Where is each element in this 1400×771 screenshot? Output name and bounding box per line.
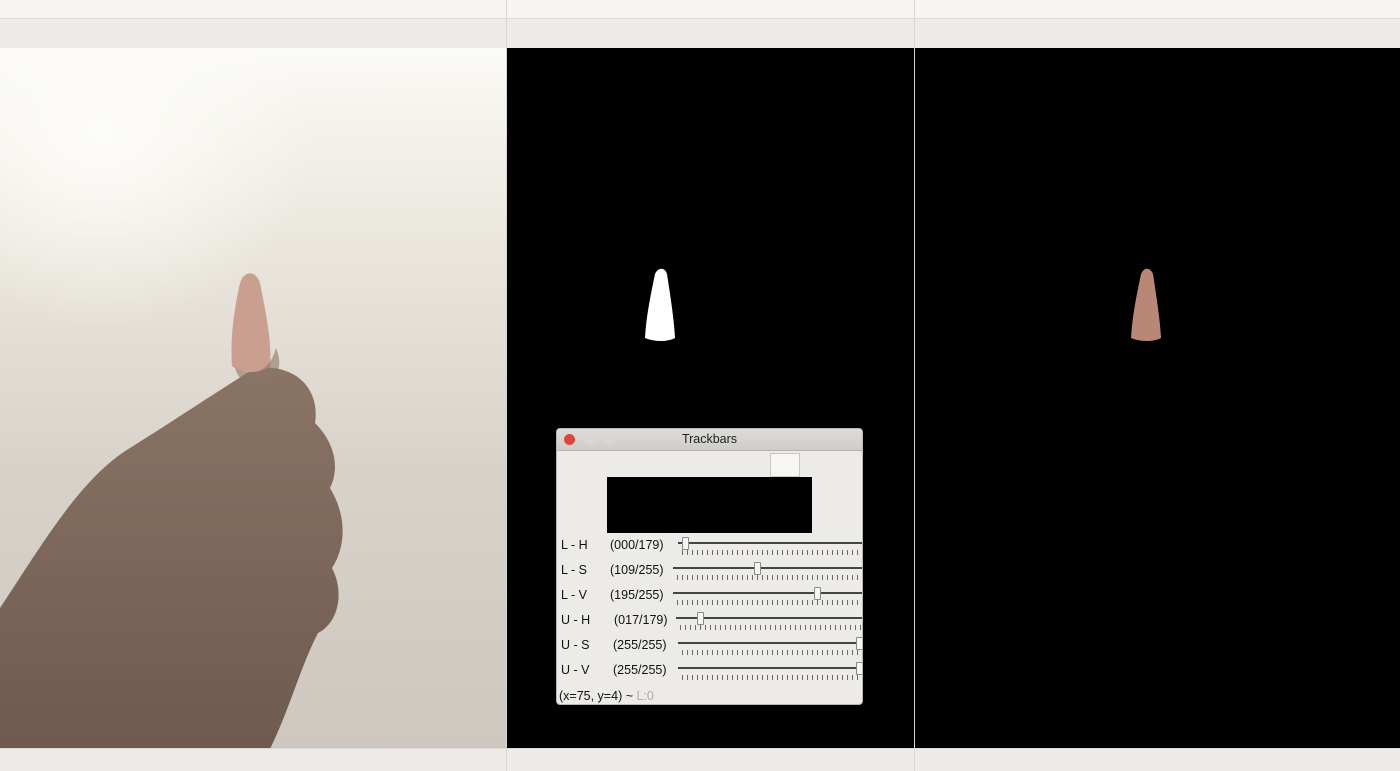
trackbar-slider[interactable]: [676, 612, 862, 632]
slider-thumb[interactable]: [696, 612, 704, 625]
window-result: [915, 0, 1400, 771]
slider-ticks: [682, 675, 862, 680]
slider-track: [678, 642, 862, 644]
status-bar: (x=75, y=4) ~ L:0: [559, 689, 654, 703]
trackbar-value: (109/255): [610, 563, 664, 577]
trackbar-row-l-h: L - H (000/179): [557, 535, 862, 560]
window-bottom-strip: [507, 748, 914, 771]
slider-ticks: [682, 550, 862, 555]
window-toolbar: [507, 18, 914, 49]
pixel-value: L:0: [636, 689, 654, 703]
trackbar-row-u-v: U - V (255/255): [557, 660, 862, 685]
window-original-frame: [0, 0, 507, 771]
trackbar-value: (255/255): [613, 663, 667, 677]
slider-thumb[interactable]: [856, 662, 862, 675]
preview-image: [607, 477, 812, 533]
trackbar-slider[interactable]: [678, 537, 862, 557]
slider-thumb[interactable]: [856, 637, 862, 650]
window-top-strip: [507, 0, 914, 18]
slider-track: [673, 592, 862, 594]
slider-track: [678, 542, 862, 544]
slider-ticks: [677, 600, 862, 605]
zoom-button[interactable]: [604, 434, 615, 445]
window-top-strip: [915, 0, 1400, 18]
window-bottom-strip: [915, 748, 1400, 771]
result-view: [915, 48, 1400, 749]
trackbar-value: (195/255): [610, 588, 664, 602]
color-preview-square: [770, 453, 800, 477]
trackbar-label: U - H: [561, 613, 591, 627]
trackbar-slider[interactable]: [678, 637, 862, 657]
trackbar-label: L - V: [561, 588, 587, 602]
slider-track: [673, 567, 862, 569]
trackbars-window[interactable]: Trackbars L - H (000/179) L - S (109/255…: [556, 428, 863, 705]
slider-track: [678, 667, 862, 669]
trackbar-label: U - V: [561, 663, 590, 677]
trackbar-label: L - S: [561, 563, 587, 577]
trackbar-row-u-h: U - H (017/179): [557, 610, 862, 635]
result-blob: [1131, 268, 1161, 341]
trackbar-label: L - H: [561, 538, 588, 552]
trackbar-row-l-s: L - S (109/255): [557, 560, 862, 585]
trackbars-title: Trackbars: [681, 432, 738, 446]
close-button[interactable]: [564, 434, 575, 445]
window-toolbar: [915, 18, 1400, 49]
trackbar-slider[interactable]: [673, 562, 862, 582]
slider-ticks: [677, 575, 862, 580]
slider-thumb[interactable]: [753, 562, 761, 575]
minimize-button[interactable]: [584, 434, 595, 445]
trackbar-row-l-v: L - V (195/255): [557, 585, 862, 610]
trackbar-value: (255/255): [613, 638, 667, 652]
slider-ticks: [682, 650, 862, 655]
trackbar-value: (017/179): [614, 613, 668, 627]
trackbar-label: U - S: [561, 638, 590, 652]
cursor-coordinates: (x=75, y=4) ~: [559, 689, 633, 703]
window-top-strip: [0, 0, 506, 18]
trackbar-slider[interactable]: [678, 662, 862, 682]
window-toolbar: [0, 18, 506, 49]
trackbar-value: (000/179): [610, 538, 664, 552]
trackbars-titlebar[interactable]: Trackbars: [557, 429, 862, 451]
trackbar-row-u-s: U - S (255/255): [557, 635, 862, 660]
slider-track: [676, 617, 862, 619]
slider-thumb[interactable]: [682, 537, 689, 550]
window-bottom-strip: [0, 748, 506, 771]
slider-ticks: [680, 625, 862, 630]
hand-image: [0, 273, 343, 749]
camera-frame-view: [0, 48, 506, 749]
slider-thumb[interactable]: [813, 587, 821, 600]
trackbar-slider[interactable]: [673, 587, 862, 607]
